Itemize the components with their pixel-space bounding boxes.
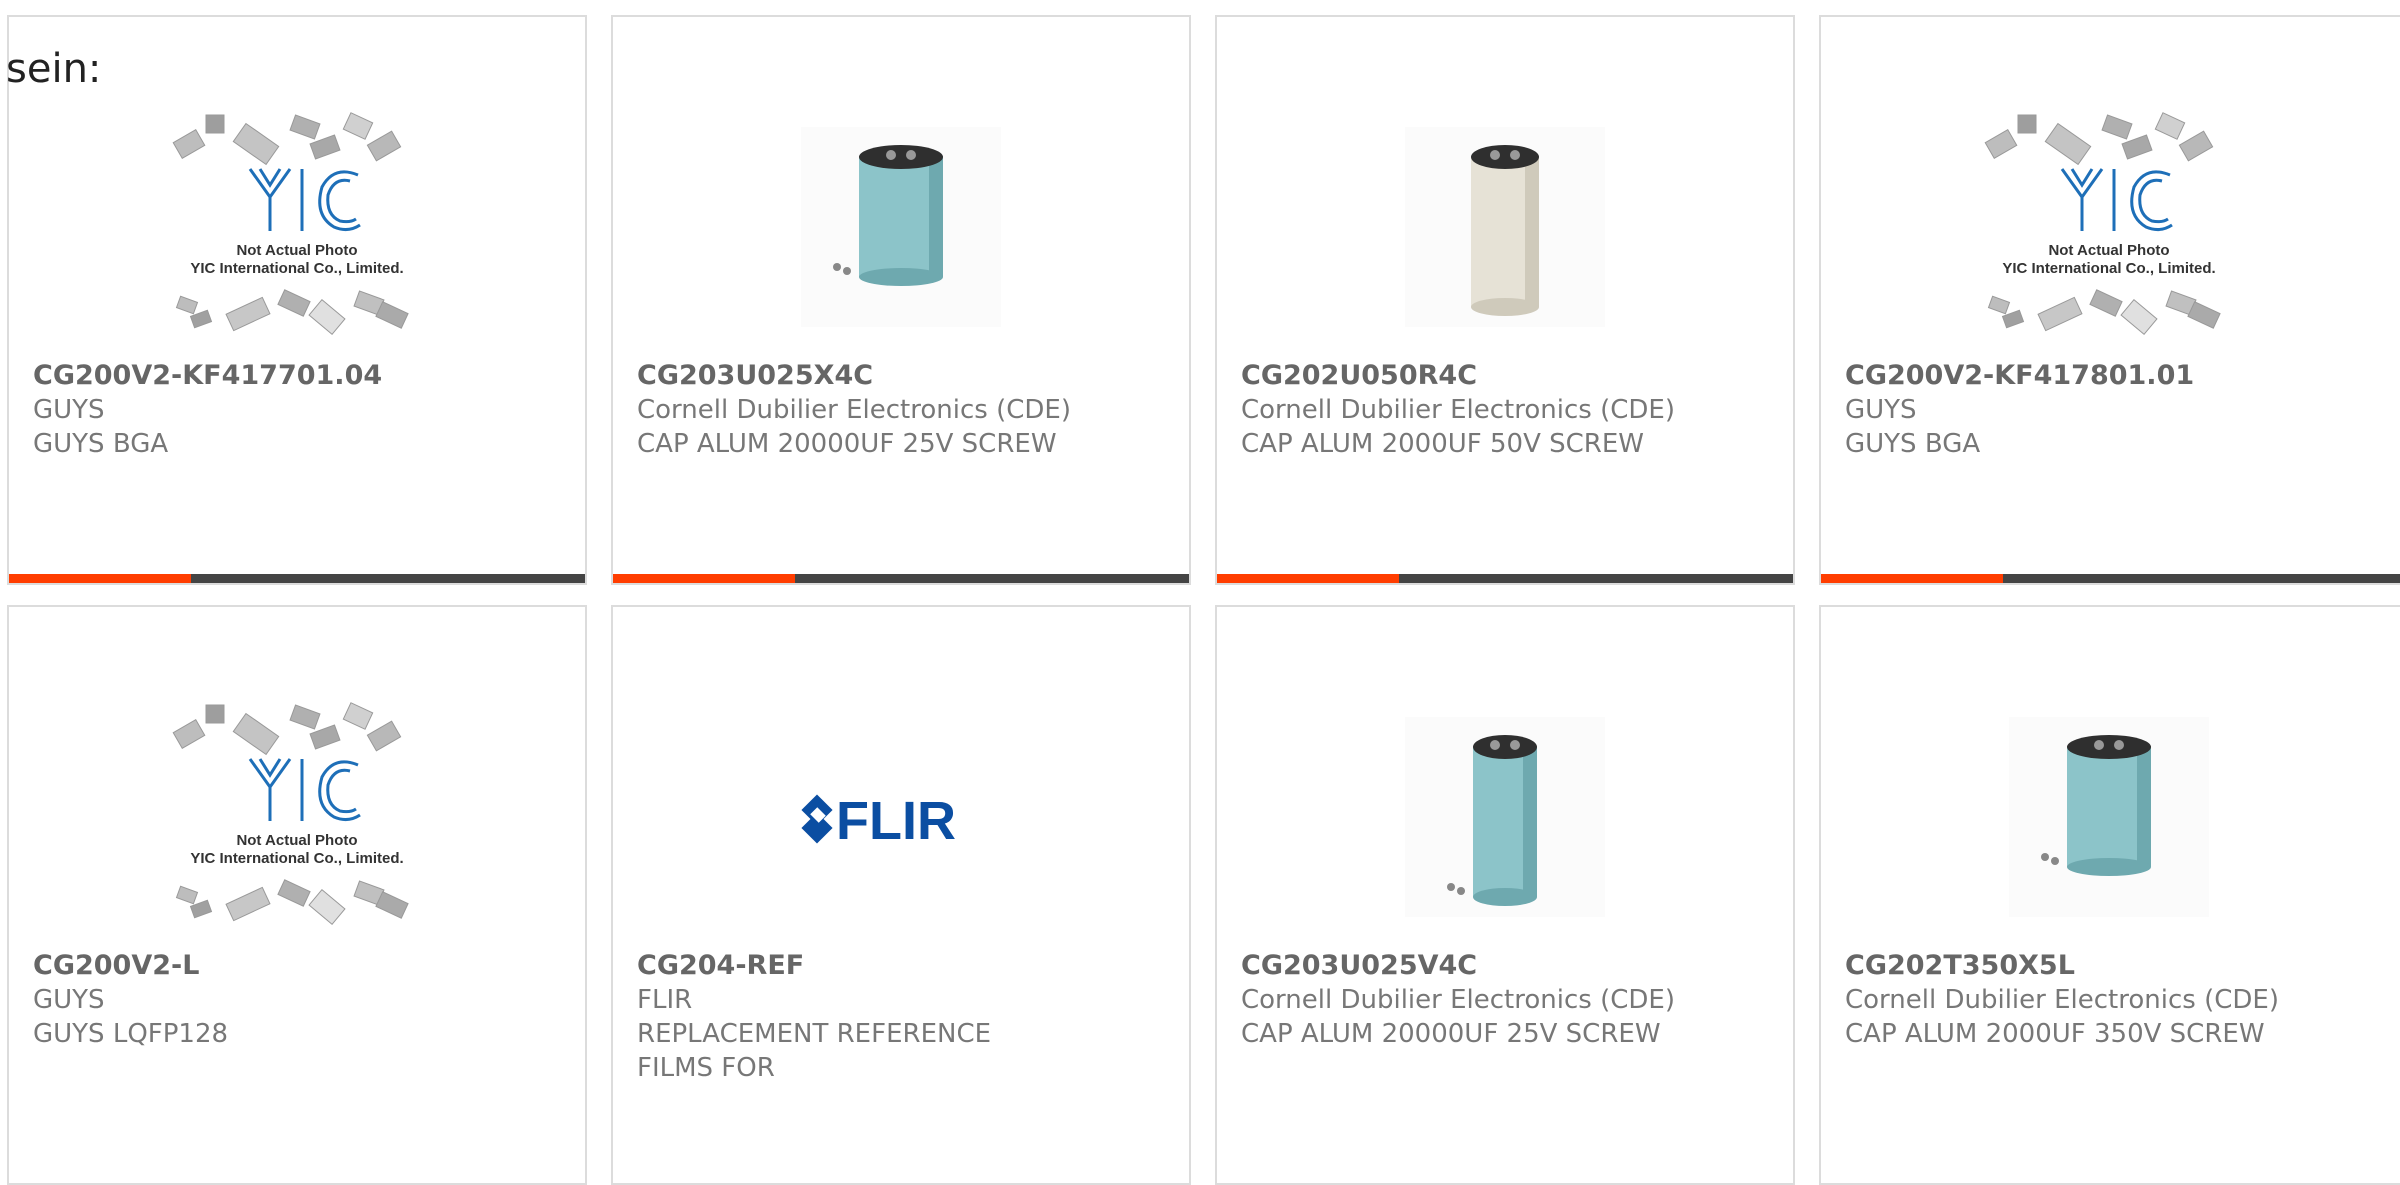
description: CAP ALUM 20000UF 25V SCREW: [1241, 1019, 1661, 1049]
description: GUYS BGA: [33, 429, 169, 459]
product-image: Not Actual Photo YIC International Co., L…: [9, 687, 585, 947]
part-number[interactable]: CG200V2-KF417801.01: [1845, 359, 2397, 393]
manufacturer: GUYS: [33, 395, 105, 425]
description: CAP ALUM 2000UF 50V SCREW: [1241, 429, 1644, 459]
product-image: [1821, 687, 2397, 947]
product-grid: Not Actual Photo YIC International Co., L…: [0, 0, 2400, 1185]
card-accent: [613, 574, 795, 583]
capacitor-image: [1405, 717, 1605, 917]
part-number[interactable]: CG202U050R4C: [1241, 359, 1773, 393]
yic-placeholder-image: Not Actual PhotoYIC International Co., L…: [172, 112, 409, 336]
product-card[interactable]: CG202T350X5L Cornell Dubilier Electronic…: [1819, 605, 2400, 1185]
svg-text:FLIR: FLIR: [836, 791, 956, 851]
product-card[interactable]: FLIR CG204-REF FLIR REPLACEMENT REFERENC…: [611, 605, 1191, 1185]
card-accent: [1821, 574, 2003, 583]
svg-text:Not Actual Photo: Not Actual Photo: [236, 832, 357, 849]
part-number[interactable]: CG203U025X4C: [637, 359, 1169, 393]
card-progress-bar: [1217, 574, 1793, 583]
product-card[interactable]: CG202U050R4C Cornell Dubilier Electronic…: [1215, 15, 1795, 585]
manufacturer: GUYS: [33, 985, 105, 1015]
product-image: [613, 97, 1189, 357]
svg-text:YIC International Co., Limited: YIC International Co., Limited.: [2002, 260, 2215, 277]
yic-placeholder-image: Not Actual PhotoYIC International Co., L…: [172, 702, 409, 926]
product-card[interactable]: Not Actual Photo YIC International Co., L…: [7, 605, 587, 1185]
flir-logo-icon: FLIR: [801, 791, 956, 851]
manufacturer: FLIR: [637, 985, 693, 1015]
product-image: [1217, 687, 1793, 947]
product-card[interactable]: Not Actual Photo YIC International Co., L…: [1819, 15, 2400, 585]
capacitor-image: [2009, 717, 2209, 917]
description: CAP ALUM 2000UF 350V SCREW: [1845, 1019, 2265, 1049]
description: GUYS BGA: [1845, 429, 1981, 459]
card-accent: [1217, 574, 1399, 583]
manufacturer: Cornell Dubilier Electronics (CDE): [1845, 985, 2279, 1015]
card-progress-bar: [1821, 574, 2400, 583]
product-image: Not Actual Photo YIC International Co., L…: [9, 97, 585, 357]
capacitor-image: [1405, 127, 1605, 327]
part-number[interactable]: CG200V2-KF417701.04: [33, 359, 565, 393]
lead-text: sein:: [6, 46, 102, 92]
product-image: [1217, 97, 1793, 357]
manufacturer: Cornell Dubilier Electronics (CDE): [1241, 985, 1675, 1015]
capacitor-image: [801, 127, 1001, 327]
manufacturer: Cornell Dubilier Electronics (CDE): [1241, 395, 1675, 425]
product-card[interactable]: CG203U025V4C Cornell Dubilier Electronic…: [1215, 605, 1795, 1185]
manufacturer: GUYS: [1845, 395, 1917, 425]
part-number[interactable]: CG200V2-L: [33, 949, 565, 983]
card-progress-bar: [613, 574, 1189, 583]
description: GUYS LQFP128: [33, 1019, 229, 1049]
product-card[interactable]: CG203U025X4C Cornell Dubilier Electronic…: [611, 15, 1191, 585]
part-number[interactable]: CG204-REF: [637, 949, 1169, 983]
manufacturer: Cornell Dubilier Electronics (CDE): [637, 395, 1071, 425]
product-image: FLIR: [613, 687, 1189, 947]
description: REPLACEMENT REFERENCE: [637, 1019, 992, 1049]
yic-placeholder-image: Not Actual PhotoYIC International Co., L…: [1984, 112, 2221, 336]
description: CAP ALUM 20000UF 25V SCREW: [637, 429, 1057, 459]
card-accent: [9, 574, 191, 583]
card-progress-bar: [9, 574, 585, 583]
svg-text:Not Actual Photo: Not Actual Photo: [2048, 242, 2169, 259]
product-image: Not Actual Photo YIC International Co., L…: [1821, 97, 2397, 357]
product-card[interactable]: Not Actual Photo YIC International Co., L…: [7, 15, 587, 585]
part-number[interactable]: CG203U025V4C: [1241, 949, 1773, 983]
svg-text:Not Actual Photo: Not Actual Photo: [236, 242, 357, 259]
svg-text:YIC International Co., Limited: YIC International Co., Limited.: [190, 850, 403, 867]
description: FILMS FOR: [637, 1053, 775, 1083]
part-number[interactable]: CG202T350X5L: [1845, 949, 2397, 983]
svg-text:YIC International Co., Limited: YIC International Co., Limited.: [190, 260, 403, 277]
